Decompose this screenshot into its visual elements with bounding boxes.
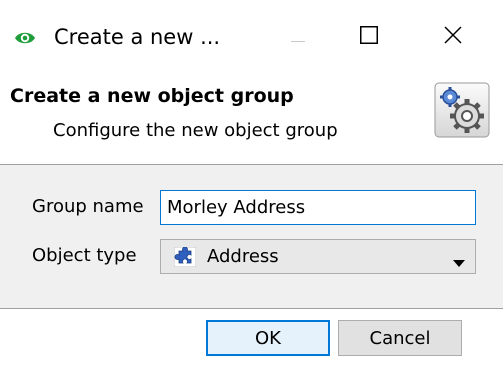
page-title: Create a new object group bbox=[10, 85, 294, 107]
group-name-label: Group name bbox=[32, 196, 144, 217]
group-name-input[interactable] bbox=[160, 190, 476, 225]
cancel-button[interactable]: Cancel bbox=[338, 320, 462, 356]
dialog-footer: OK Cancel bbox=[0, 309, 503, 385]
maximize-button[interactable] bbox=[342, 14, 396, 60]
gear-icon bbox=[434, 82, 490, 138]
close-icon bbox=[444, 26, 462, 48]
minimize-icon bbox=[291, 28, 305, 47]
maximize-icon bbox=[360, 26, 378, 48]
dialog-header: Create a new object group Configure the … bbox=[0, 78, 503, 164]
eye-icon bbox=[14, 27, 36, 49]
form-panel: Group name Object type Address bbox=[0, 165, 503, 308]
title-bar: Create a new ... bbox=[0, 0, 503, 78]
object-type-label: Object type bbox=[32, 245, 137, 266]
ok-button[interactable]: OK bbox=[206, 320, 330, 356]
window-title: Create a new ... bbox=[54, 25, 221, 49]
close-button[interactable] bbox=[426, 14, 480, 60]
page-subtitle: Configure the new object group bbox=[53, 120, 338, 141]
puzzle-icon bbox=[173, 246, 197, 268]
object-type-select[interactable]: Address bbox=[160, 239, 476, 274]
chevron-down-icon bbox=[453, 253, 465, 267]
object-type-value: Address bbox=[207, 246, 279, 267]
minimize-button[interactable] bbox=[271, 14, 325, 60]
